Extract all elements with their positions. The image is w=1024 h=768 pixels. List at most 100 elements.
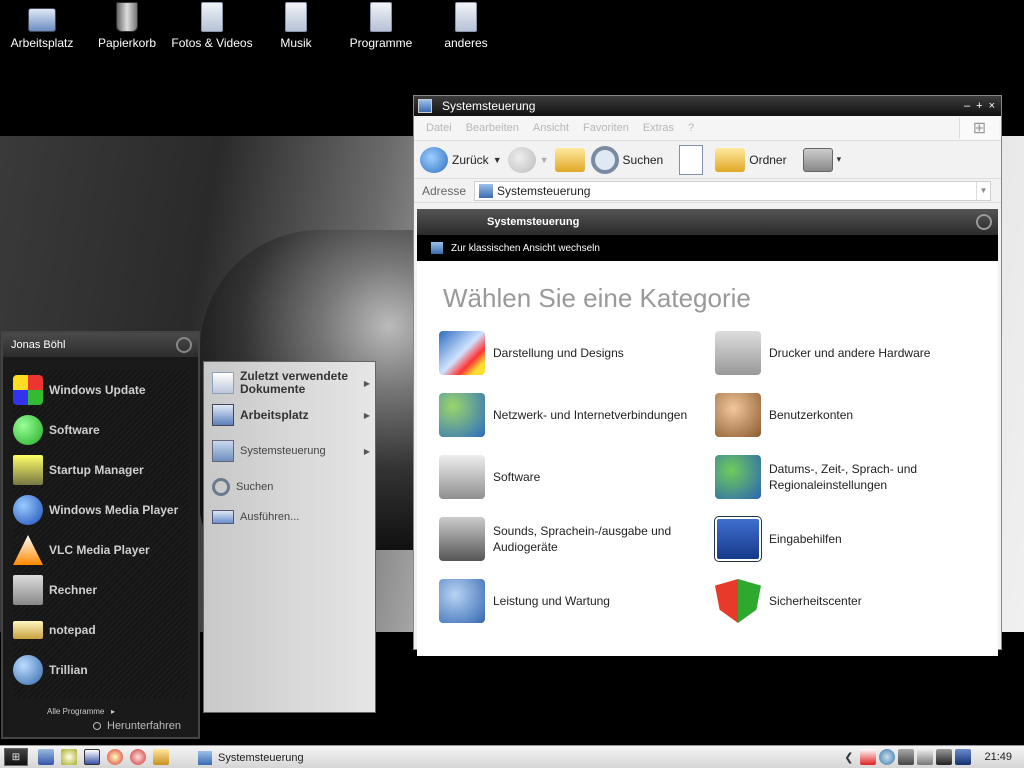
task-pane-header[interactable]: Systemsteuerung [417, 209, 998, 235]
accessibility-icon [714, 516, 762, 562]
tray-app-icon[interactable] [917, 749, 934, 765]
windows-update-icon [13, 375, 43, 405]
quicklaunch-app-icon[interactable] [61, 749, 77, 765]
category-appearance[interactable]: Darstellung und Designs [439, 331, 709, 375]
media-player-icon [13, 495, 43, 525]
close-button[interactable]: × [989, 100, 995, 112]
chevron-down-icon[interactable]: ▾ [837, 154, 842, 165]
volume-icon[interactable] [936, 749, 953, 765]
chevron-down-icon[interactable]: ▼ [540, 155, 549, 165]
clock[interactable]: 21:49 [984, 751, 1012, 763]
shutdown-button[interactable]: Herunterfahren [93, 720, 181, 732]
run-item[interactable]: Ausführen... [212, 510, 370, 524]
category-performance[interactable]: Leistung und Wartung [439, 579, 709, 623]
show-desktop-icon[interactable] [38, 749, 54, 765]
collapse-icon[interactable] [976, 214, 992, 230]
program-trillian[interactable]: Trillian [13, 650, 188, 690]
program-calculator[interactable]: Rechner [13, 570, 188, 610]
shutdown-label: Herunterfahren [107, 720, 181, 732]
taskbar-button-control-panel[interactable]: Systemsteuerung [198, 748, 304, 767]
program-label: Rechner [49, 583, 98, 597]
program-list: Windows Update Software Startup Manager … [13, 370, 188, 698]
views-button[interactable]: ▾ [802, 147, 842, 172]
minimize-button[interactable]: – [964, 100, 970, 112]
software-icon [13, 415, 43, 445]
desktop-icon-my-computer[interactable]: Arbeitsplatz [0, 2, 84, 50]
maximize-button[interactable]: + [976, 100, 982, 112]
window-titlebar[interactable]: Systemsteuerung – + × [414, 96, 1001, 116]
views-icon [802, 147, 833, 172]
desktop-icon-label: Musik [280, 36, 312, 50]
category-accessibility[interactable]: Eingabehilfen [714, 516, 985, 562]
search-item[interactable]: Suchen [212, 478, 370, 496]
security-tray-icon[interactable] [955, 749, 972, 765]
menu-favorites[interactable]: Favoriten [583, 122, 629, 134]
start-button[interactable]: ⊞ [4, 748, 28, 766]
back-button[interactable]: Zurück ▼ [420, 146, 502, 173]
user-picture-icon[interactable] [176, 337, 192, 353]
my-computer-item[interactable]: Arbeitsplatz ▶ [212, 404, 370, 426]
menu-help[interactable]: ? [688, 122, 694, 134]
chevron-right-icon: ▶ [363, 378, 370, 388]
firefox-icon[interactable] [107, 749, 123, 765]
desktop-icon-photos-videos[interactable]: Fotos & Videos [170, 2, 254, 50]
run-icon [212, 510, 234, 524]
category-label: Darstellung und Designs [493, 345, 624, 360]
desktop-icon-music[interactable]: Musik [254, 2, 338, 50]
category-sounds[interactable]: Sounds, Sprachein-/ausgabe und Audiogerä… [439, 517, 709, 561]
taskbar-button-label: Systemsteuerung [218, 751, 304, 764]
forward-arrow-icon [507, 146, 536, 173]
address-input[interactable]: Systemsteuerung ▼ [474, 180, 991, 201]
task-pane-title: Systemsteuerung [487, 216, 580, 228]
menu-edit[interactable]: Bearbeiten [466, 122, 519, 134]
desktop-icon-other[interactable]: anderes [424, 2, 508, 50]
folders-label: Ordner [749, 152, 787, 167]
recent-documents-item[interactable]: Zuletzt verwendete Dokumente ▶ [212, 369, 370, 396]
folder-up-icon [554, 147, 585, 172]
category-security-center[interactable]: Sicherheitscenter [715, 579, 985, 623]
program-label: Windows Media Player [49, 503, 179, 517]
program-label: Startup Manager [49, 463, 144, 477]
category-label: Drucker und andere Hardware [769, 345, 931, 360]
program-windows-media-player[interactable]: Windows Media Player [13, 490, 188, 530]
notepad-icon[interactable] [153, 749, 169, 765]
antivirus-icon[interactable] [860, 749, 877, 765]
page-title: Wählen Sie eine Kategorie [443, 283, 751, 313]
switch-classic-view-link[interactable]: Zur klassischen Ansicht wechseln [417, 235, 998, 261]
all-programs-button[interactable]: Alle Programme ▸ [47, 707, 115, 716]
category-software[interactable]: Software [439, 455, 709, 499]
monitor-tray-icon[interactable] [898, 749, 915, 765]
chevron-down-icon[interactable]: ▼ [976, 181, 990, 200]
word-icon[interactable] [84, 749, 100, 765]
program-notepad[interactable]: notepad [13, 610, 188, 650]
forward-button[interactable]: ▼ [507, 146, 549, 173]
category-user-accounts[interactable]: Benutzerkonten [715, 393, 985, 437]
program-vlc[interactable]: VLC Media Player [13, 530, 188, 570]
program-label: Software [49, 423, 100, 437]
menu-view[interactable]: Ansicht [533, 122, 569, 134]
my-computer-icon [28, 8, 56, 32]
program-software[interactable]: Software [13, 410, 188, 450]
menu-file[interactable]: Datei [426, 122, 452, 134]
network-tray-icon[interactable] [879, 749, 896, 765]
menu-tools[interactable]: Extras [643, 122, 674, 134]
desktop-icon-recycle-bin[interactable]: Papierkorb [85, 2, 169, 50]
power-icon [93, 722, 101, 730]
category-datetime[interactable]: Datums-, Zeit-, Sprach- und Regionaleins… [715, 455, 985, 499]
desktop-icon-programs[interactable]: Programme [339, 2, 423, 50]
program-windows-update[interactable]: Windows Update [13, 370, 188, 410]
program-startup-manager[interactable]: Startup Manager [13, 450, 188, 490]
chevron-right-icon: ▸ [106, 707, 116, 716]
opera-icon[interactable] [130, 749, 146, 765]
category-network[interactable]: Netzwerk- und Internetverbindungen [439, 393, 709, 437]
chevron-down-icon[interactable]: ▼ [493, 155, 502, 165]
category-printers[interactable]: Drucker und andere Hardware [715, 331, 985, 375]
search-button[interactable]: Suchen [590, 145, 663, 174]
folder-up-button[interactable] [554, 147, 585, 172]
chevron-left-icon[interactable]: ❮ [844, 751, 853, 764]
vlc-icon [13, 535, 43, 565]
folders-button[interactable]: Ordner [715, 147, 787, 172]
control-panel-item[interactable]: Systemsteuerung ▶ [212, 440, 370, 462]
document-button[interactable] [679, 144, 704, 175]
desktop-icon-label: Arbeitsplatz [10, 36, 74, 50]
